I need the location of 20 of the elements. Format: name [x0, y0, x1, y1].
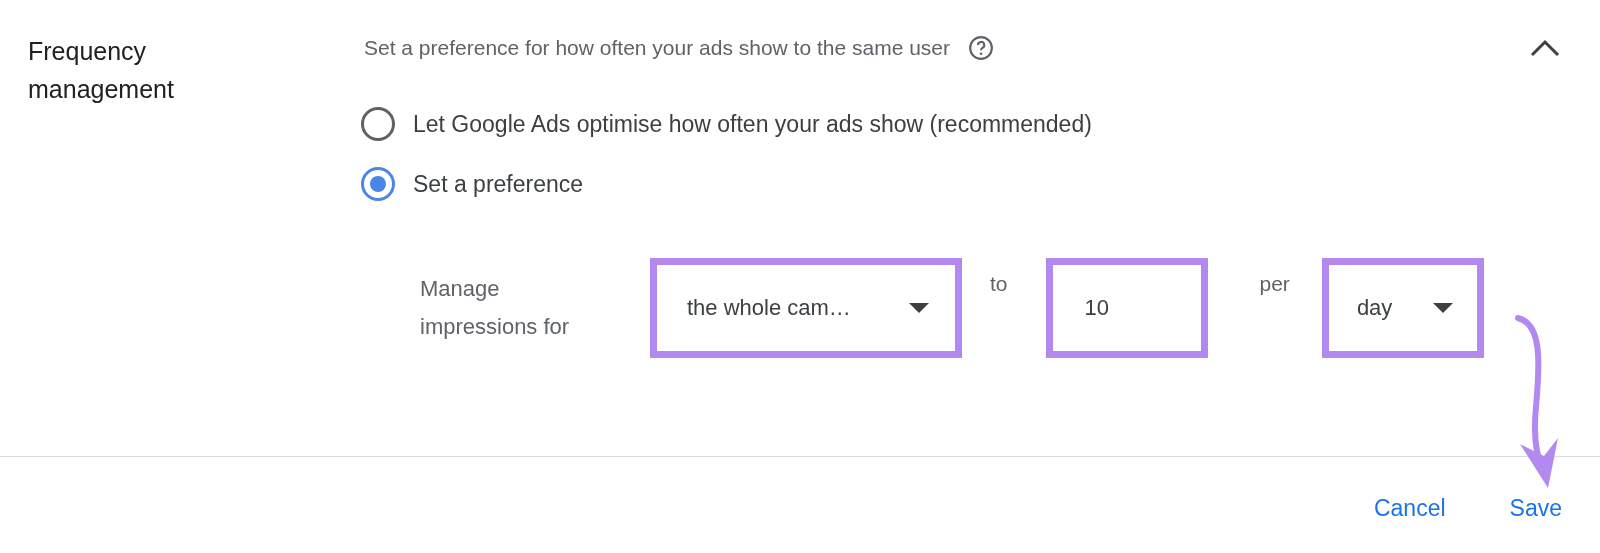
dropdown[interactable]: the whole cam… [650, 258, 962, 358]
connector-text: per [1259, 271, 1290, 296]
dropdown-value: the whole cam… [687, 295, 851, 321]
dropdown-value: day [1356, 295, 1393, 321]
caret-icon [1432, 303, 1453, 313]
collapse-icon[interactable] [1530, 39, 1560, 57]
connector-text: to [990, 271, 1008, 296]
dropdown[interactable]: day [1321, 258, 1484, 358]
help-icon[interactable] [968, 35, 994, 61]
radio-button[interactable] [361, 167, 395, 201]
caret-icon [909, 303, 929, 313]
radio-label[interactable]: Let Google Ads optimise how often your ads show (recommended) [413, 110, 1092, 138]
radio-button[interactable] [361, 107, 395, 141]
footer-button[interactable]: Save [1509, 495, 1562, 522]
number-field[interactable]: 10 [1045, 258, 1208, 358]
section-description: Set a preference for how often your ads show to the same user [364, 36, 950, 60]
section-title: Frequency management [27, 36, 175, 105]
radio-label[interactable]: Set a preference [413, 170, 584, 198]
footer-button[interactable]: Cancel [1373, 495, 1446, 522]
field-label: Manage impressions for [420, 275, 571, 341]
